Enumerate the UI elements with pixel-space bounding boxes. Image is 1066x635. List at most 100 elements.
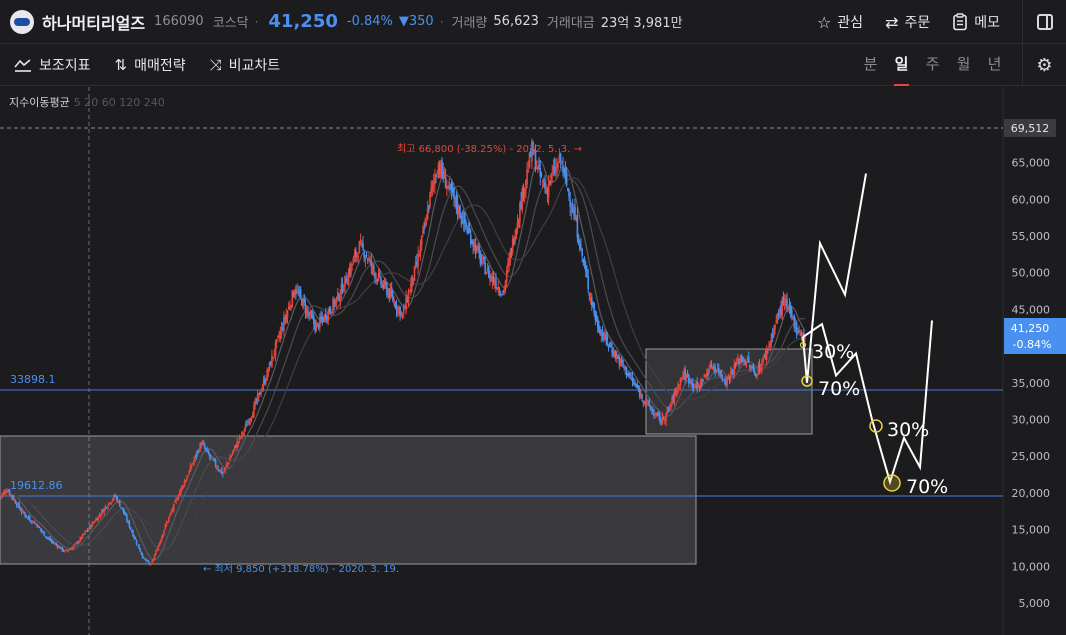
candle-body	[351, 264, 353, 266]
candle-body	[404, 307, 406, 309]
tab-day[interactable]: 일	[886, 44, 917, 86]
candle-body	[243, 429, 246, 432]
side-panel-icon	[1036, 14, 1053, 30]
scenario-path-lower[interactable]	[802, 320, 933, 486]
chart-settings-button[interactable]: ⚙	[1022, 44, 1066, 86]
candle-body	[281, 327, 284, 330]
fib-label-70-upper: 70%	[818, 378, 860, 400]
fib-label-30-lower: 30%	[887, 419, 929, 441]
tab-year[interactable]: 년	[979, 44, 1010, 86]
fib-marker-1[interactable]	[801, 375, 813, 387]
candle-body	[773, 329, 775, 337]
candle-body	[5, 492, 7, 494]
candle-body	[416, 261, 418, 264]
candle-body	[803, 332, 805, 338]
strategy-button[interactable]: ⇅ 매매전략	[115, 55, 186, 75]
candle-body	[244, 424, 247, 429]
volume-label: 거래량	[451, 16, 488, 31]
candle-body	[507, 263, 509, 268]
candle-body	[12, 496, 14, 500]
candle-body	[614, 350, 617, 359]
candle-body	[405, 296, 407, 311]
candle-body	[786, 298, 788, 307]
candle-body	[212, 458, 215, 460]
tab-minute[interactable]: 분	[855, 44, 886, 86]
candle-body	[580, 245, 582, 247]
candle-body	[608, 342, 611, 345]
candle-body	[584, 265, 587, 272]
candle-body	[644, 402, 647, 404]
candle-body	[442, 170, 445, 179]
candle-body	[393, 300, 395, 304]
candle-body	[655, 413, 658, 417]
y-axis[interactable]: 65,000 60,000 55,000 50,000 45,000 35,000 30,0…	[1012, 157, 1051, 610]
candle-body	[441, 160, 443, 174]
candle-body	[287, 306, 290, 310]
candle-body	[162, 534, 164, 538]
support-zone-box-lower[interactable]	[0, 435, 697, 565]
header-actions: ☆ 관심 ⇄ 주문 메모	[817, 0, 1066, 44]
order-button[interactable]: ⇄ 주문	[885, 12, 930, 32]
support-zone-box-upper[interactable]	[645, 348, 813, 435]
candle-body	[713, 366, 715, 368]
candle-body	[682, 376, 684, 378]
tab-week[interactable]: 주	[917, 44, 948, 86]
candle-body	[65, 549, 67, 551]
current-price-tag-change: -0.84%	[1013, 338, 1052, 351]
candle-body	[50, 540, 53, 542]
compare-button[interactable]: ⤨ 비교차트	[210, 55, 281, 75]
candle-body	[570, 209, 573, 212]
candle-body	[322, 318, 325, 322]
candle-body	[332, 298, 334, 312]
candle-body	[190, 465, 193, 467]
candle-body	[285, 314, 288, 322]
side-panel-toggle[interactable]	[1022, 0, 1066, 44]
candle-body	[798, 330, 800, 333]
candle-body	[262, 380, 265, 387]
candle-body	[145, 558, 147, 561]
candle-body	[75, 542, 78, 544]
candle-body	[380, 277, 382, 285]
candle-body	[758, 364, 761, 371]
indicator-legend: 지수이동평균 5 20 60 120 240	[9, 94, 165, 110]
candle-body	[631, 377, 634, 382]
candle-body	[432, 180, 435, 184]
candle-body	[638, 388, 641, 397]
candle-body	[241, 431, 243, 437]
candle-body	[711, 367, 714, 370]
candle-body	[337, 292, 339, 300]
candle-body	[741, 358, 744, 363]
candle-body	[80, 537, 83, 539]
candle-body	[527, 170, 530, 172]
tab-month[interactable]: 월	[948, 44, 979, 86]
candle-body	[454, 197, 457, 201]
interest-button[interactable]: ☆ 관심	[817, 12, 863, 32]
candle-body	[435, 174, 437, 178]
fib-marker-2[interactable]	[869, 419, 883, 433]
candle-body	[237, 441, 240, 444]
candle-body	[699, 379, 702, 390]
candle-body	[257, 393, 260, 398]
candle-body	[45, 537, 48, 539]
candle-body	[461, 218, 464, 225]
candle-body	[424, 219, 427, 228]
indicator-icon	[14, 58, 31, 72]
stock-name[interactable]: 하나머티리얼즈	[42, 10, 145, 34]
memo-button[interactable]: 메모	[952, 12, 1000, 32]
fib-marker-3[interactable]	[883, 474, 901, 492]
candle-body	[553, 166, 556, 174]
scenario-path-upper[interactable]	[802, 173, 867, 383]
candle-body	[523, 188, 526, 195]
indicator-button[interactable]: 보조지표	[14, 55, 91, 75]
candle-body	[114, 495, 116, 497]
candle-body	[574, 207, 576, 220]
candle-body	[643, 402, 646, 404]
candle-body	[99, 514, 102, 517]
candle-body	[86, 529, 89, 531]
candle-body	[91, 522, 94, 527]
y-axis-tick-label: 15,000	[1012, 524, 1051, 537]
candle-body	[425, 221, 428, 223]
candle-body	[601, 330, 604, 337]
candle-body	[345, 278, 347, 283]
candle-body	[297, 292, 300, 294]
